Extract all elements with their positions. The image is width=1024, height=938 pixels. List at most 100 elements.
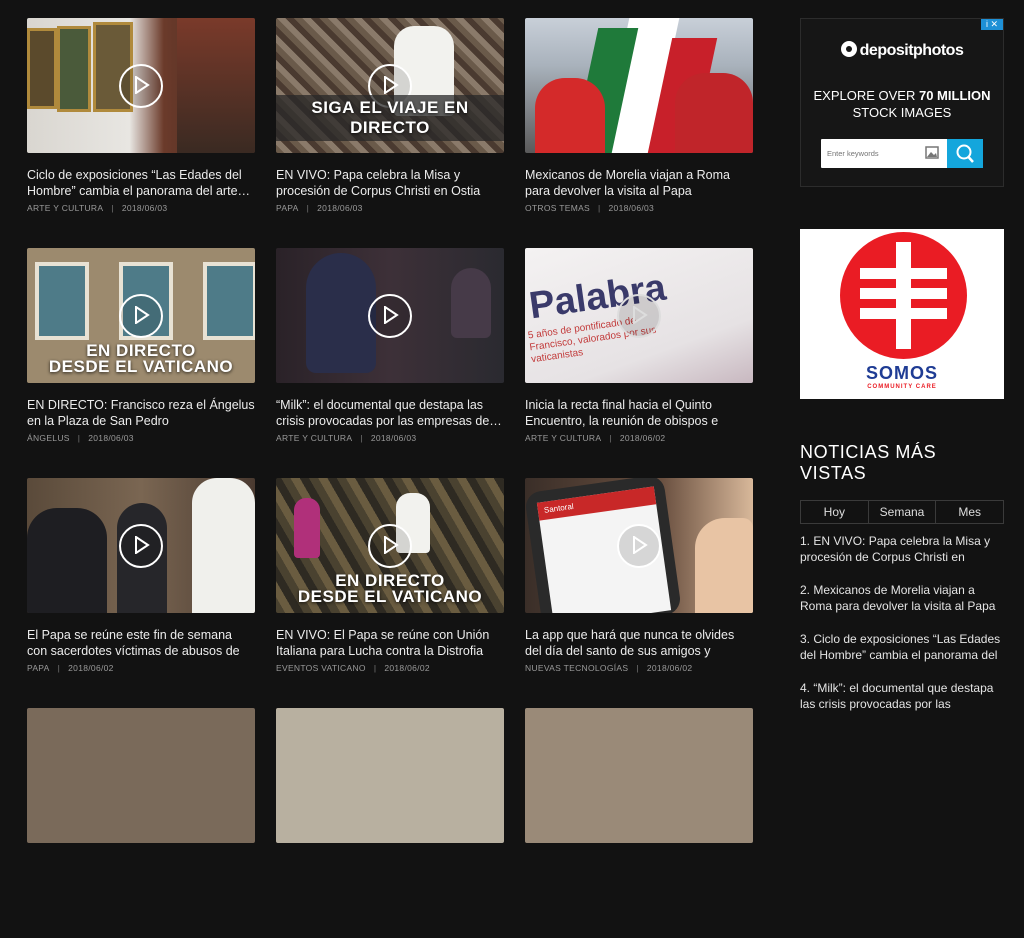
ad-search-input[interactable] <box>825 139 925 168</box>
article-category[interactable]: EVENTOS VATICANO <box>276 663 366 673</box>
image-search-icon[interactable] <box>925 146 939 159</box>
article-title[interactable]: El Papa se reúne este fin de semana con … <box>27 627 255 659</box>
meta-separator: | <box>77 433 81 443</box>
article-title[interactable]: Ciclo de exposiciones “Las Edades del Ho… <box>27 167 255 199</box>
article-date: 2018/06/03 <box>88 433 134 443</box>
somos-ad[interactable]: SOMOS COMMUNITY CARE <box>800 229 1004 399</box>
meta-separator: | <box>111 203 114 213</box>
depositphotos-logo: depositphotos <box>801 41 1003 60</box>
article-title[interactable]: La app que hará que nunca te olvides del… <box>525 627 753 659</box>
article-card[interactable]: “Milk”: el documental que destapa las cr… <box>276 248 504 478</box>
background-figure <box>451 268 491 338</box>
headline-bold: 70 MILLION <box>918 88 991 103</box>
article-card[interactable] <box>276 708 504 938</box>
article-category[interactable]: PAPA <box>27 663 50 673</box>
article-card[interactable]: EN DIRECTO DESDE EL VATICANO EN DIRECTO: … <box>27 248 255 478</box>
play-icon[interactable] <box>119 63 163 108</box>
article-category[interactable]: OTROS TEMAS <box>525 203 590 213</box>
article-title[interactable]: Inicia la recta final hacia el Quinto En… <box>525 397 753 429</box>
article-thumbnail[interactable] <box>27 18 255 153</box>
popular-news-heading: NOTICIAS MÁS VISTAS <box>800 442 937 483</box>
article-category[interactable]: ÁNGELUS <box>27 433 70 443</box>
meta-separator: | <box>306 203 310 213</box>
article-card[interactable] <box>27 708 255 938</box>
brand-name: depositphotos <box>859 42 964 59</box>
article-meta: ARTE Y CULTURA | 2018/06/02 <box>525 433 753 443</box>
painting-frame <box>57 26 91 112</box>
article-date: 2018/06/03 <box>317 203 363 213</box>
ad-choices-badge[interactable]: i ✕ <box>981 19 1003 30</box>
popular-news-item[interactable]: 3. Ciclo de exposiciones “Las Edades del… <box>800 631 1004 663</box>
article-thumbnail[interactable] <box>27 708 255 843</box>
article-thumbnail[interactable] <box>276 248 504 383</box>
article-card[interactable]: El Papa se reúne este fin de semana con … <box>27 478 255 708</box>
article-card[interactable]: SIGA EL VIAJE EN DIRECTO EN VIVO: Papa c… <box>276 18 504 248</box>
meta-separator: | <box>57 663 61 673</box>
thumbnail-overlay-text: EN DIRECTO DESDE EL VATICANO <box>276 572 504 605</box>
meta-separator: | <box>609 433 612 443</box>
article-meta: ARTE Y CULTURA | 2018/06/03 <box>276 433 504 443</box>
article-category[interactable]: ARTE Y CULTURA <box>276 433 352 443</box>
ad-search-button[interactable] <box>947 139 983 168</box>
somos-logo-circle <box>840 232 967 359</box>
article-meta: ARTE Y CULTURA | 2018/06/03 <box>27 203 255 213</box>
article-category[interactable]: NUEVAS TECNOLOGÍAS <box>525 663 628 673</box>
tab-mes[interactable]: Mes <box>936 501 1003 523</box>
search-icon <box>956 144 974 163</box>
article-thumbnail[interactable]: Palabra 5 años de pontificado de Francis… <box>525 248 753 383</box>
depositphotos-ad[interactable]: i ✕ depositphotos EXPLORE OVER 70 MILLIO… <box>800 18 1004 187</box>
article-thumbnail[interactable] <box>525 708 753 843</box>
painting-frame <box>27 28 57 109</box>
popular-news-item[interactable]: 1. EN VIVO: Papa celebra la Misa y proce… <box>800 533 1004 565</box>
play-icon[interactable] <box>368 523 412 568</box>
play-icon[interactable] <box>119 293 163 338</box>
article-title[interactable]: EN DIRECTO: Francisco reza el Ángelus en… <box>27 397 255 429</box>
somos-tagline: COMMUNITY CARE <box>867 384 937 390</box>
popular-news-item[interactable]: 4. “Milk”: el documental que destapa las… <box>800 680 1004 712</box>
article-card[interactable]: EN DIRECTO DESDE EL VATICANO EN VIVO: El … <box>276 478 504 708</box>
article-thumbnail[interactable]: SIGA EL VIAJE EN DIRECTO <box>276 18 504 153</box>
article-card[interactable]: Ciclo de exposiciones “Las Edades del Ho… <box>27 18 255 248</box>
article-thumbnail[interactable] <box>27 478 255 613</box>
priest-figure <box>27 508 107 613</box>
cross-icon <box>860 242 947 349</box>
thumbnail-overlay-text: EN DIRECTO DESDE EL VATICANO <box>27 342 255 375</box>
play-icon[interactable] <box>617 523 661 568</box>
meta-separator: | <box>373 663 377 673</box>
article-title[interactable]: EN VIVO: El Papa se reúne con Unión Ital… <box>276 627 504 659</box>
article-meta: ÁNGELUS | 2018/06/03 <box>27 433 255 443</box>
play-icon[interactable] <box>617 293 661 338</box>
article-date: 2018/06/02 <box>68 663 114 673</box>
article-thumbnail[interactable]: EN DIRECTO DESDE EL VATICANO <box>276 478 504 613</box>
article-thumbnail[interactable]: EN DIRECTO DESDE EL VATICANO <box>27 248 255 383</box>
article-card[interactable]: Santoral La app que hará que nunca te ol… <box>525 478 753 708</box>
article-date: 2018/06/03 <box>370 433 417 443</box>
play-icon[interactable] <box>368 293 412 338</box>
article-thumbnail[interactable] <box>525 18 753 153</box>
play-icon[interactable] <box>119 523 163 568</box>
article-category[interactable]: ARTE Y CULTURA <box>27 203 103 213</box>
article-category[interactable]: ARTE Y CULTURA <box>525 433 601 443</box>
tab-semana[interactable]: Semana <box>869 501 937 523</box>
popular-news-item[interactable]: 2. Mexicanos de Morelia viajan a Roma pa… <box>800 582 1004 614</box>
article-title[interactable]: EN VIVO: Papa celebra la Misa y procesió… <box>276 167 504 199</box>
article-meta: OTROS TEMAS | 2018/06/03 <box>525 203 753 213</box>
article-thumbnail[interactable]: Santoral <box>525 478 753 613</box>
woman-figure <box>306 253 376 373</box>
headline-line2: STOCK IMAGES <box>852 105 952 120</box>
article-category[interactable]: PAPA <box>276 203 299 213</box>
meta-separator: | <box>636 663 639 673</box>
tab-hoy[interactable]: Hoy <box>801 501 869 523</box>
article-title[interactable]: “Milk”: el documental que destapa las cr… <box>276 397 504 429</box>
article-title[interactable]: Mexicanos de Morelia viajan a Roma para … <box>525 167 753 199</box>
headline-text: EXPLORE OVER <box>813 88 919 103</box>
article-card[interactable] <box>525 708 753 938</box>
article-date: 2018/06/03 <box>121 203 168 213</box>
camera-icon <box>840 41 857 57</box>
article-card[interactable]: Mexicanos de Morelia viajan a Roma para … <box>525 18 753 248</box>
article-thumbnail[interactable] <box>276 708 504 843</box>
window <box>203 262 255 340</box>
person-red-vest <box>675 73 753 153</box>
meta-separator: | <box>360 433 363 443</box>
article-card[interactable]: Palabra 5 años de pontificado de Francis… <box>525 248 753 478</box>
